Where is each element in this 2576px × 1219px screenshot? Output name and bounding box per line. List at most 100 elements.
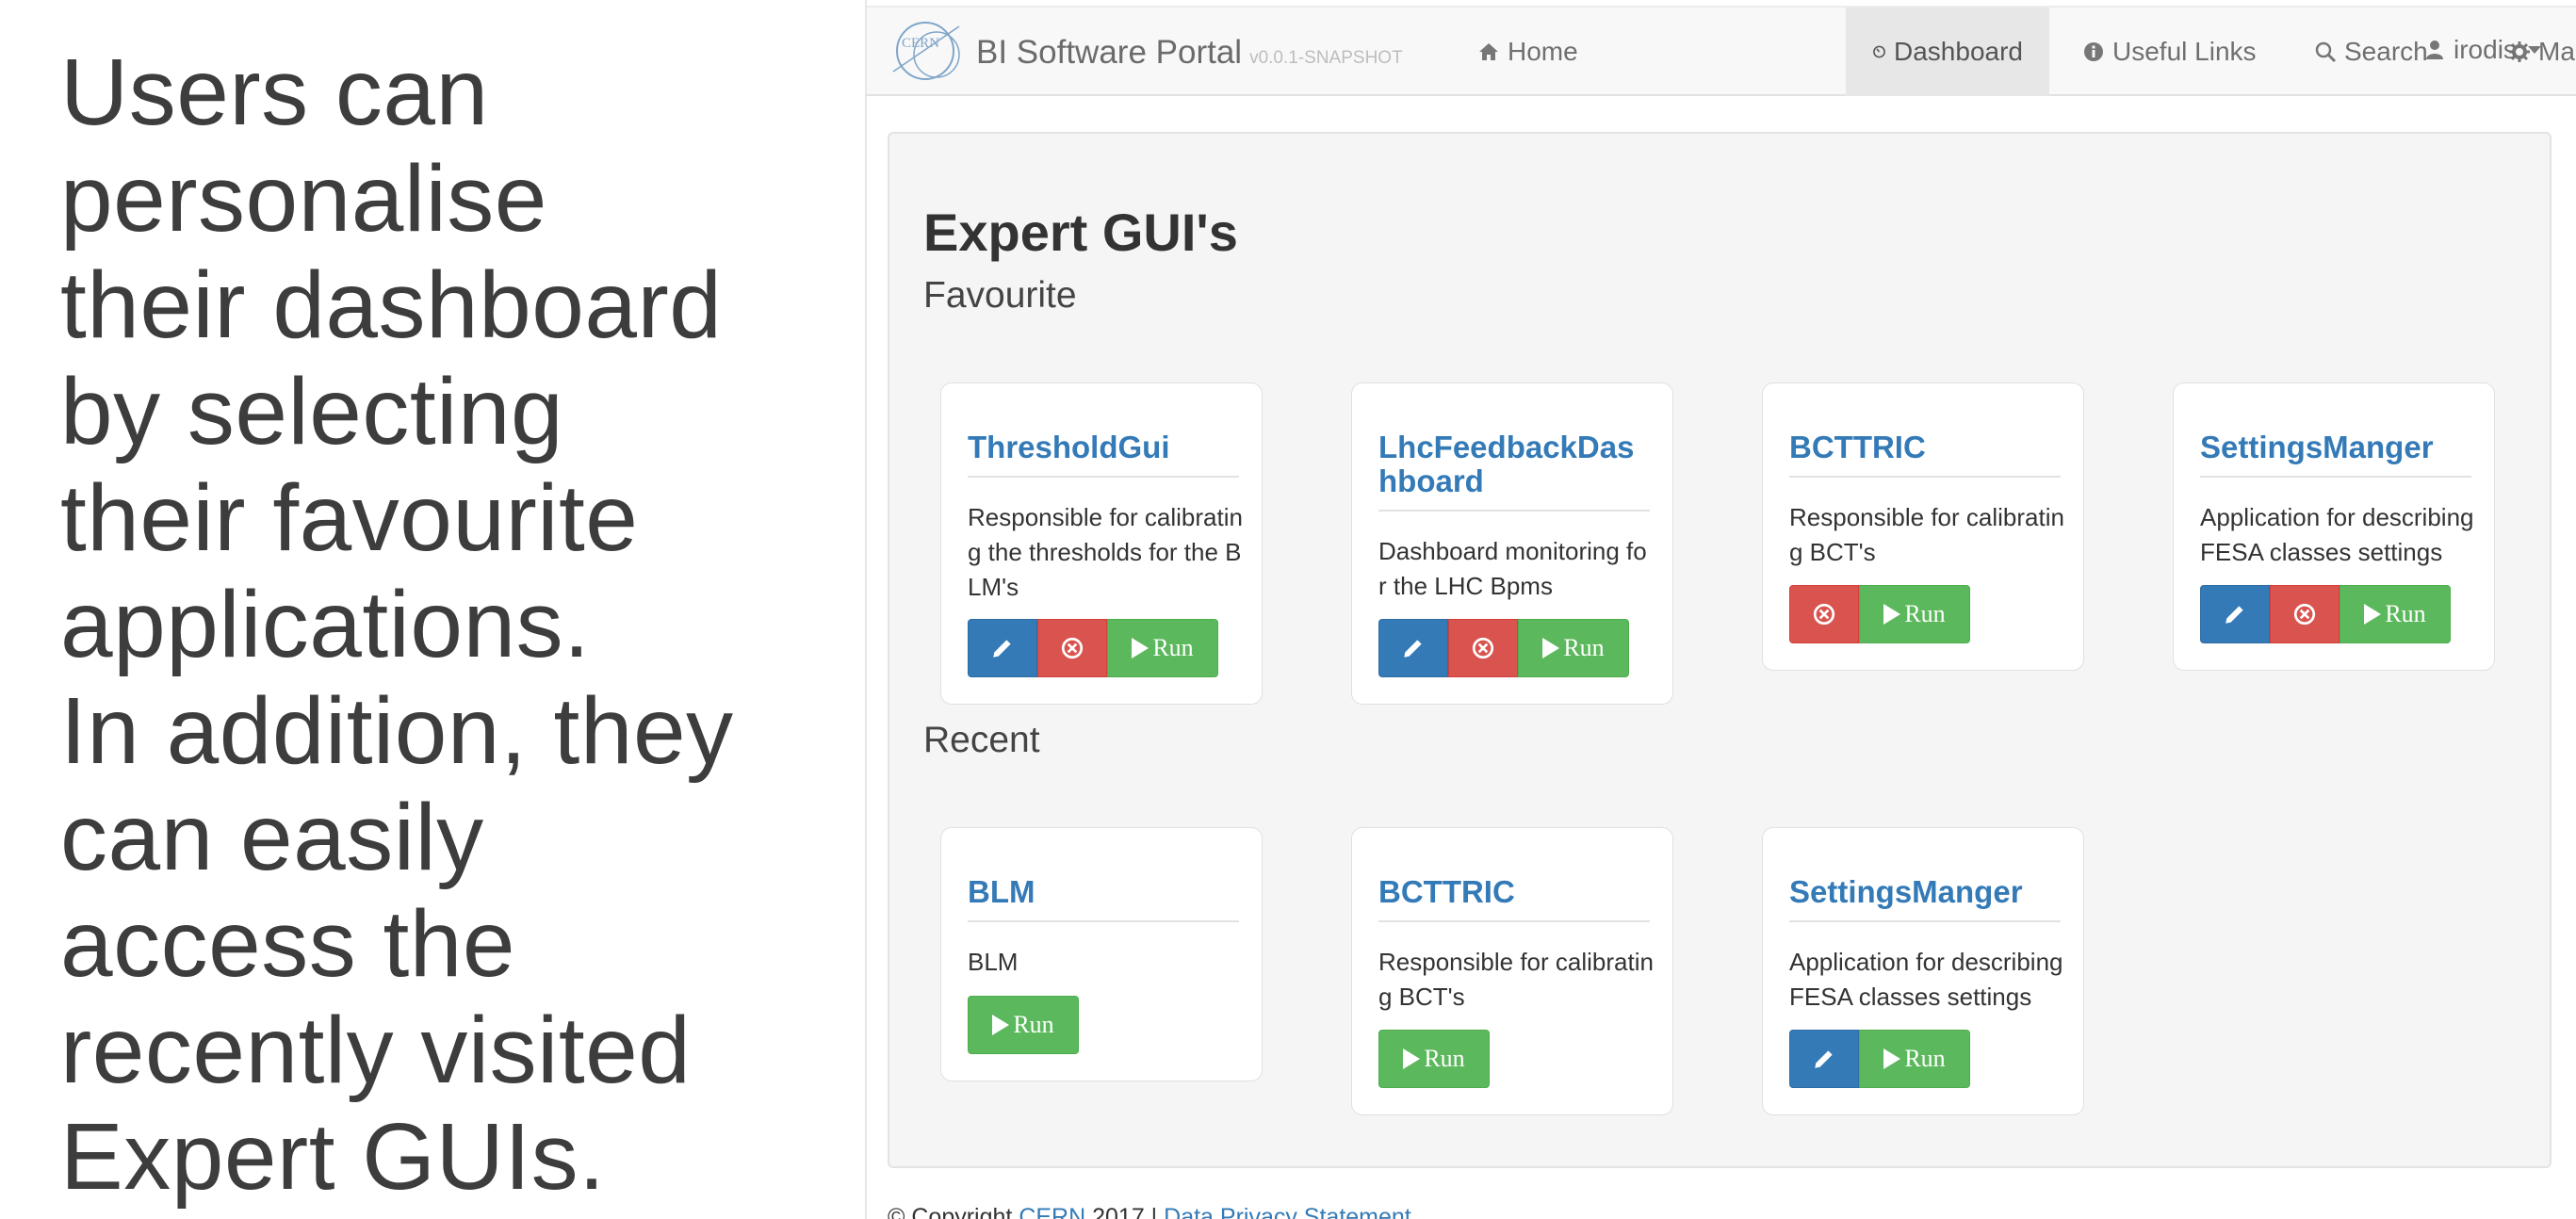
nav-useful-links-label: Useful Links bbox=[2112, 37, 2257, 66]
card-actions: Run bbox=[1378, 1030, 1490, 1088]
card-description: Responsible for calibrating BCT's bbox=[1789, 503, 2064, 566]
play-icon bbox=[1542, 638, 1560, 658]
chevron-down-icon bbox=[2527, 46, 2541, 54]
card-description: Dashboard monitoring for the LHC Bpms bbox=[1378, 537, 1647, 600]
nav-user-label: irodis bbox=[2454, 35, 2517, 64]
nav-home-label: Home bbox=[1508, 37, 1578, 66]
edit-button[interactable] bbox=[1789, 1030, 1859, 1088]
remove-button[interactable] bbox=[2270, 585, 2340, 643]
run-label: Run bbox=[1152, 634, 1194, 661]
remove-circle-icon bbox=[1813, 603, 1835, 626]
remove-circle-icon bbox=[1472, 637, 1494, 659]
nav-home[interactable]: Home bbox=[1451, 8, 1605, 96]
favourite-heading: Favourite bbox=[923, 275, 1077, 316]
svg-text:CERN: CERN bbox=[902, 36, 939, 51]
favourite-card: BCTTRIC Responsible for calibrating BCT'… bbox=[1762, 382, 2084, 671]
edit-button[interactable] bbox=[1378, 619, 1448, 677]
play-icon bbox=[1132, 638, 1149, 658]
navbar: CERN BI Software Portal v0.0.1-SNAPSHOT H… bbox=[867, 6, 2576, 96]
app-window: CERN BI Software Portal v0.0.1-SNAPSHOT H… bbox=[865, 0, 2576, 1219]
run-label: Run bbox=[2385, 600, 2426, 627]
remove-button[interactable] bbox=[1448, 619, 1518, 677]
caption-line: In addition, they bbox=[60, 678, 734, 784]
page-title: Expert GUI's bbox=[923, 203, 1238, 262]
run-button[interactable]: Run bbox=[1518, 619, 1629, 677]
footer-copyright: © Copyright bbox=[888, 1204, 1013, 1219]
card-title[interactable]: BLM bbox=[968, 875, 1239, 922]
caption-line: their favourite bbox=[60, 465, 639, 571]
pencil-icon bbox=[1815, 1050, 1833, 1068]
caption-line: personalise bbox=[60, 146, 547, 252]
card-actions: Run bbox=[1789, 1030, 1970, 1088]
run-button[interactable]: Run bbox=[1378, 1030, 1490, 1088]
play-icon bbox=[1883, 1048, 1901, 1069]
card-title[interactable]: BCTTRIC bbox=[1789, 431, 2061, 478]
nav-dashboard[interactable]: Dashboard bbox=[1846, 8, 2049, 96]
recent-heading: Recent bbox=[923, 720, 1040, 760]
brand-name: BI Software Portal bbox=[976, 34, 1243, 71]
card-title[interactable]: SettingsManger bbox=[1789, 875, 2061, 922]
edit-button[interactable] bbox=[2200, 585, 2270, 643]
play-icon bbox=[1883, 604, 1901, 625]
run-button[interactable]: Run bbox=[968, 996, 1079, 1054]
run-label: Run bbox=[1013, 1011, 1054, 1038]
user-icon bbox=[2426, 41, 2443, 59]
card-description: Responsible for calibrating the threshol… bbox=[968, 503, 1243, 601]
run-label: Run bbox=[1424, 1045, 1465, 1072]
run-button[interactable]: Run bbox=[1107, 619, 1218, 677]
cern-link[interactable]: CERN bbox=[1019, 1204, 1085, 1219]
run-button[interactable]: Run bbox=[2340, 585, 2451, 643]
card-title[interactable]: SettingsManger bbox=[2200, 431, 2471, 478]
caption: Users can personalise their dashboard by… bbox=[60, 40, 776, 1211]
pencil-icon bbox=[2225, 606, 2243, 624]
cern-logo[interactable]: CERN bbox=[888, 13, 967, 92]
footer-year: 2017 | bbox=[1092, 1204, 1158, 1219]
play-icon bbox=[1403, 1048, 1421, 1069]
caption-line: access the bbox=[60, 891, 516, 997]
remove-button[interactable] bbox=[1789, 585, 1859, 643]
caption-line: can easily bbox=[60, 785, 484, 890]
info-icon bbox=[2084, 42, 2103, 61]
favourite-card: SettingsManger Application for describin… bbox=[2173, 382, 2495, 671]
remove-circle-icon bbox=[2293, 603, 2316, 626]
brand-version: v0.0.1-SNAPSHOT bbox=[1249, 48, 1403, 68]
nav-useful-links[interactable]: Useful Links bbox=[2056, 8, 2283, 96]
search-icon bbox=[2315, 41, 2337, 63]
dashboard-panel: Expert GUI's Favourite Recent ThresholdG… bbox=[888, 132, 2552, 1168]
run-label: Run bbox=[1904, 600, 1946, 627]
card-actions: Run bbox=[968, 619, 1218, 677]
caption-line: by selecting bbox=[60, 359, 564, 464]
brand[interactable]: BI Software Portal v0.0.1-SNAPSHOT bbox=[976, 34, 1403, 72]
nav-dashboard-label: Dashboard bbox=[1894, 37, 2023, 66]
card-actions: Run bbox=[1378, 619, 1629, 677]
card-title[interactable]: LhcFeedbackDashboard bbox=[1378, 431, 1650, 512]
pencil-icon bbox=[993, 640, 1011, 658]
caption-line: Expert GUIs. bbox=[60, 1104, 606, 1210]
recent-card: SettingsManger Application for describin… bbox=[1762, 827, 2084, 1115]
play-icon bbox=[992, 1015, 1010, 1035]
dashboard-icon bbox=[1873, 45, 1885, 58]
remove-button[interactable] bbox=[1037, 619, 1107, 677]
card-description: Application for describing FESA classes … bbox=[1789, 948, 2063, 1011]
caption-line: recently visited bbox=[60, 998, 692, 1103]
home-icon bbox=[1479, 43, 1498, 60]
run-button[interactable]: Run bbox=[1859, 1030, 1970, 1088]
footer: © Copyright CERN 2017 | Data Privacy Sta… bbox=[888, 1204, 1411, 1219]
card-description: BLM bbox=[968, 948, 1019, 976]
run-button[interactable]: Run bbox=[1859, 585, 1970, 643]
card-title[interactable]: BCTTRIC bbox=[1378, 875, 1650, 922]
edit-button[interactable] bbox=[968, 619, 1037, 677]
nav-user-menu[interactable]: irodis bbox=[2405, 6, 2560, 94]
caption-line: their dashboard bbox=[60, 252, 723, 358]
run-label: Run bbox=[1904, 1045, 1946, 1072]
privacy-link[interactable]: Data Privacy Statement bbox=[1164, 1204, 1411, 1219]
pencil-icon bbox=[1404, 640, 1422, 658]
recent-card: BLM BLM Run bbox=[940, 827, 1263, 1081]
run-label: Run bbox=[1563, 634, 1605, 661]
card-actions: Run bbox=[968, 996, 1079, 1054]
caption-line: Users can bbox=[60, 40, 489, 145]
remove-circle-icon bbox=[1061, 637, 1084, 659]
card-title[interactable]: ThresholdGui bbox=[968, 431, 1239, 478]
favourite-card: LhcFeedbackDashboard Dashboard monitorin… bbox=[1351, 382, 1673, 705]
caption-line: applications. bbox=[60, 572, 591, 677]
